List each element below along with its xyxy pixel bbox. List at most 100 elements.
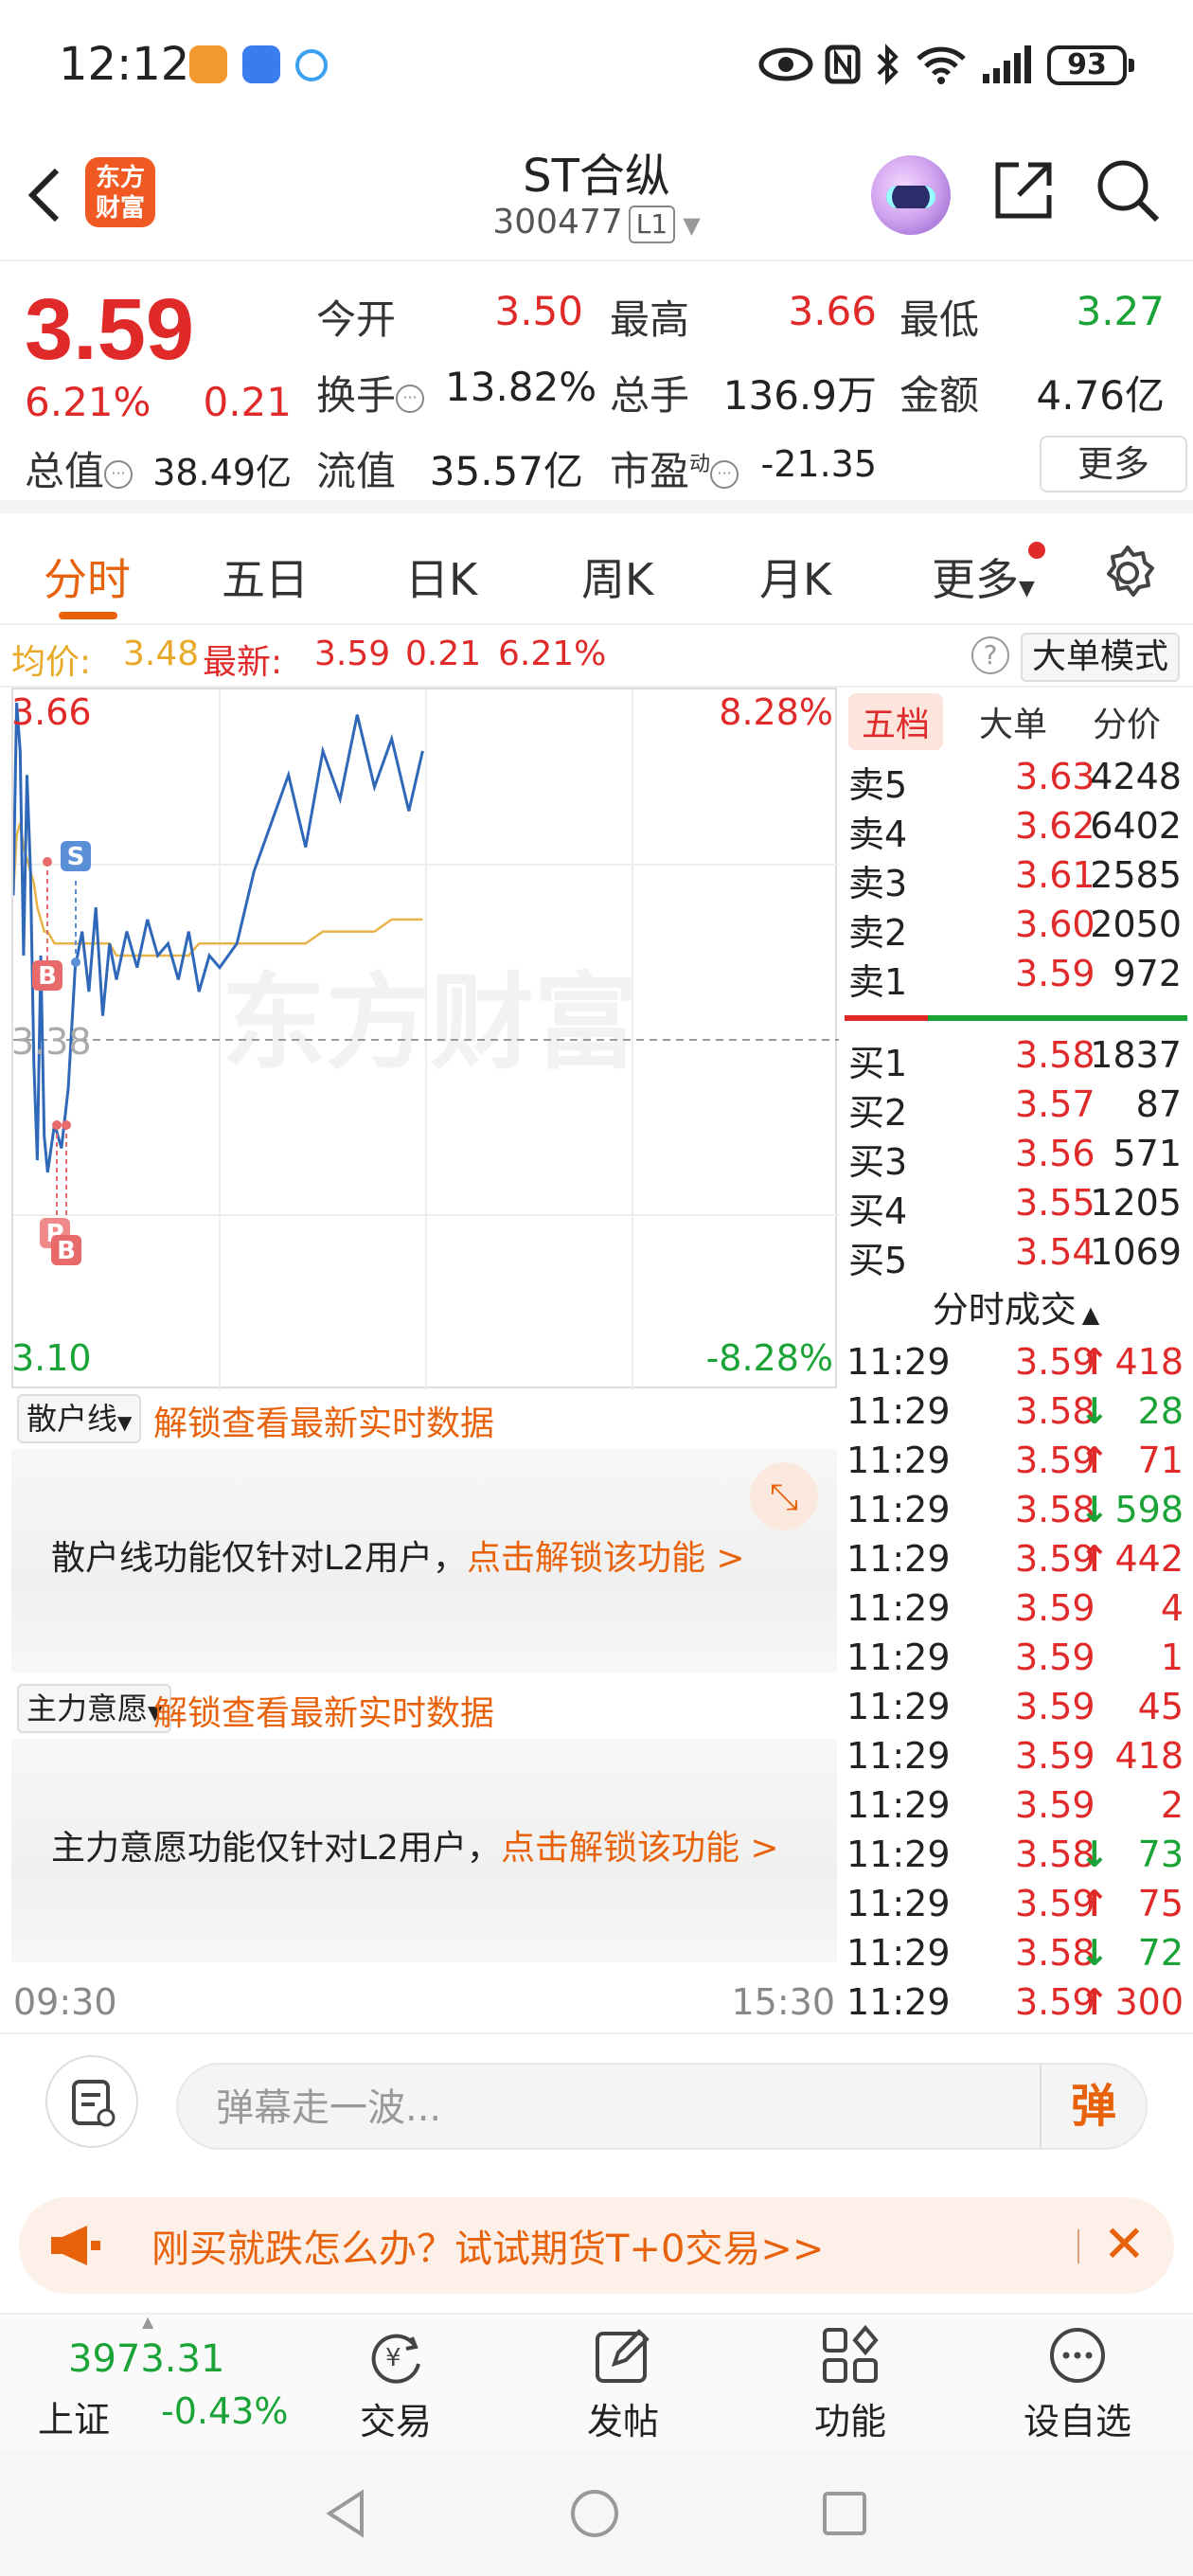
trade-volume: 1 [1160,1637,1184,1678]
bid-price: 3.58 [1015,1034,1095,1076]
pe-label: 市盈动 ··· [610,439,739,497]
trade-row[interactable]: 11:29 3.59 45 [846,1686,1189,1735]
system-nav-bar [0,2449,1193,2576]
trade-time: 11:29 [846,1538,951,1580]
trade-row[interactable]: 11:29 3.59 ↑ 442 [846,1538,1189,1587]
mcap-label: 总值 ··· [25,439,134,497]
home-circle-icon[interactable] [568,2487,621,2540]
trade-row[interactable]: 11:29 3.59 418 [846,1735,1189,1784]
search-icon[interactable] [1095,157,1163,225]
trade-row[interactable]: 11:29 3.59 4 [846,1587,1189,1637]
unlock-link[interactable]: 点击解锁该功能 > [501,1829,779,1868]
time-axis: 09:30 15:30 [11,1972,837,2032]
trade-row[interactable]: 11:29 3.59 ↑ 71 [846,1440,1189,1489]
trade-row[interactable]: 11:29 3.58 ↓ 598 [846,1489,1189,1538]
trade-row[interactable]: 11:29 3.58 ↓ 73 [846,1834,1189,1883]
ask-row[interactable]: 卖2 3.60 2050 [848,903,1189,954]
trade-direction-icon: ↑ [1079,1883,1110,1924]
index-widget[interactable]: ▲ 3973.31 上证 -0.43% [19,2313,303,2447]
big-order-mode-button[interactable]: 大单模式 [1021,633,1180,682]
quote-panel: 3.59 6.21% 0.21 总值 ··· 38.49亿 今开 3.50 最高 … [0,263,1193,513]
intraday-chart[interactable]: 东方财富 BSPB 3.66 8.28% 3.38 3.10 -8.28% [11,688,839,1390]
ask-row[interactable]: 卖3 3.61 2585 [848,854,1189,904]
pe-value: -21.35 [760,443,878,485]
trade-row[interactable]: 11:29 3.59 ↑ 418 [846,1341,1189,1390]
ask-row[interactable]: 卖5 3.63 4248 [848,756,1189,806]
promo-text[interactable]: 刚买就跌怎么办？试试期货T+0交易>> [151,2218,824,2273]
trade-row[interactable]: 11:29 3.59 1 [846,1637,1189,1686]
promo-banner[interactable]: 刚买就跌怎么办？试试期货T+0交易>> ✕ [19,2197,1174,2294]
trade-row[interactable]: 11:29 3.59 2 [846,1784,1189,1834]
volume-label: 总手 [610,372,690,419]
trade-row[interactable]: 11:29 3.58 ↓ 72 [846,1932,1189,1981]
unlock-title[interactable]: 解锁查看最新实时数据 [153,1396,494,1445]
trade-row[interactable]: 11:29 3.59 ↑ 75 [846,1883,1189,1932]
message-icon [295,49,328,81]
info-icon[interactable]: ··· [396,384,425,413]
bid-row[interactable]: 买2 3.57 87 [848,1083,1189,1134]
trade-direction-icon: ↓ [1079,1489,1110,1530]
bid-row[interactable]: 买5 3.54 1069 [848,1231,1189,1281]
info-icon[interactable]: ··· [104,459,134,489]
trade-volume: 418 [1114,1735,1184,1777]
svg-text:¥: ¥ [385,2344,401,2372]
chart-canvas: 东方财富 BSPB [13,689,839,1390]
bid-volume: 1205 [1090,1182,1182,1224]
unlock-title[interactable]: 解锁查看最新实时数据 [153,1686,494,1735]
help-icon[interactable]: ? [971,636,1009,674]
nav-add-watchlist[interactable]: 设自选 [1002,2324,1153,2444]
status-time: 12:12 [59,38,190,91]
tab-intraday[interactable]: 分时 [44,546,131,608]
latest-label: 最新: [203,643,283,682]
unlock-link[interactable]: 点击解锁该功能 > [467,1539,745,1578]
tab-daily-k[interactable]: 日K [405,546,477,608]
trades-header[interactable]: 分时成交 ▲ [839,1280,1193,1337]
ask-price: 3.63 [1015,756,1095,797]
info-icon[interactable]: ··· [710,459,739,489]
trade-row[interactable]: 11:29 3.58 ↓ 28 [846,1390,1189,1440]
danmaku-input[interactable]: 弹幕走一波... 弹 [176,2063,1148,2150]
retail-line-dropdown[interactable]: 散户线▼ [17,1394,142,1443]
gear-icon[interactable] [1098,544,1157,602]
trade-row[interactable]: 11:29 3.59 ↑ 300 [846,1981,1189,2030]
trade-direction-icon: ↑ [1079,1538,1110,1580]
danmaku-button[interactable]: 弹 [1040,2065,1146,2148]
tab-five-day[interactable]: 五日 [222,546,309,608]
tab-more[interactable]: 更多▼ [932,546,1035,608]
back-triangle-icon[interactable] [322,2487,369,2540]
ask-price: 3.62 [1015,805,1095,847]
mcap-value: 38.49亿 [152,452,292,493]
recents-square-icon[interactable] [820,2489,869,2538]
more-button[interactable]: 更多 [1040,436,1187,492]
bid-ratio-bar [928,1015,1187,1021]
comment-bar: 弹幕走一波... 弹 [0,2032,1193,2156]
low-value: 3.27 [1076,288,1165,334]
amount-label: 金额 [899,372,980,419]
ask-row[interactable]: 卖4 3.62 6402 [848,805,1189,855]
comment-list-icon[interactable] [45,2055,138,2148]
bid-row[interactable]: 买1 3.58 1837 [848,1034,1189,1084]
bid-row[interactable]: 买4 3.55 1205 [848,1182,1189,1232]
share-icon[interactable] [990,157,1057,224]
close-icon[interactable]: ✕ [1103,2214,1146,2274]
nav-post[interactable]: 发帖 [547,2324,699,2444]
trade-volume: 71 [1137,1440,1184,1481]
yuan-cycle-icon: ¥ [371,2334,420,2384]
robot-assistant-icon[interactable] [871,155,951,235]
edit-icon [596,2329,650,2383]
nav-functions[interactable]: 功能 [775,2324,926,2444]
time-end: 15:30 [731,1981,835,2023]
tab-price-distribution[interactable]: 分价 [1093,697,1161,746]
trade-time: 11:29 [846,1341,951,1383]
marker-dot [62,1120,71,1130]
tab-weekly-k[interactable]: 周K [581,546,653,608]
main-force-dropdown[interactable]: 主力意愿▼ [17,1684,172,1733]
ask-volume: 6402 [1090,805,1182,847]
bid-row[interactable]: 买3 3.56 571 [848,1133,1189,1183]
expand-icon[interactable]: ⤡ [750,1462,818,1530]
tab-five-levels[interactable]: 五档 [848,693,944,750]
tab-big-orders[interactable]: 大单 [979,697,1047,746]
ask-row[interactable]: 卖1 3.59 972 [848,953,1189,1003]
nav-trade[interactable]: ¥ 交易 [320,2324,472,2444]
tab-monthly-k[interactable]: 月K [759,546,831,608]
